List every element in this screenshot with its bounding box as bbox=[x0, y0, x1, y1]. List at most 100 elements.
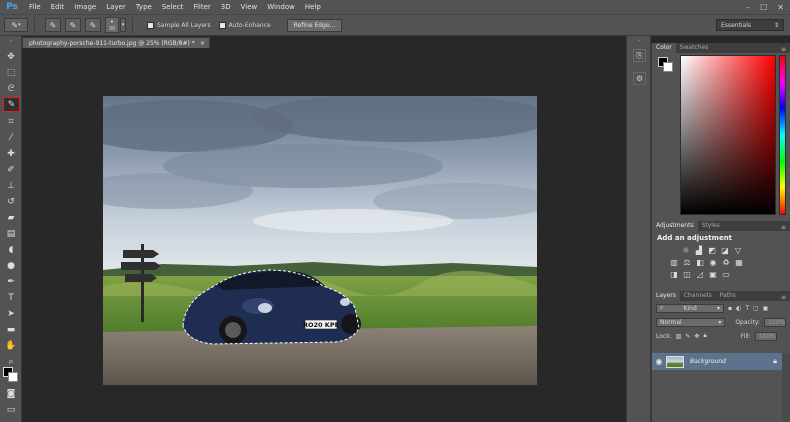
color-picker-field[interactable] bbox=[680, 55, 776, 215]
tool-preset-picker[interactable]: ✎ ▾ bbox=[4, 18, 28, 32]
filter-adjustment-icon[interactable]: ◐ bbox=[736, 305, 741, 312]
workspace-switcher[interactable]: Essentials ⇕ bbox=[716, 19, 784, 31]
posterize-icon[interactable]: ◫ bbox=[683, 271, 691, 279]
lasso-tool-icon[interactable]: ᘓ bbox=[4, 83, 18, 95]
collapse-icon[interactable]: » bbox=[4, 38, 18, 44]
invert-icon[interactable]: ◨ bbox=[670, 271, 678, 279]
quick-mask-icon[interactable]: ◙ bbox=[4, 388, 18, 400]
menu-select[interactable]: Select bbox=[157, 0, 189, 14]
clone-stamp-tool-icon[interactable]: ⊥ bbox=[4, 180, 18, 192]
close-window-button[interactable]: ✕ bbox=[777, 3, 784, 12]
history-brush-tool-icon[interactable]: ↺ bbox=[4, 196, 18, 208]
history-panel-icon[interactable]: ⎘ bbox=[633, 49, 646, 62]
auto-enhance-checkbox[interactable]: Auto-Enhance bbox=[218, 21, 271, 29]
menu-help[interactable]: Help bbox=[300, 0, 326, 14]
path-selection-tool-icon[interactable]: ➤ bbox=[4, 308, 18, 320]
brightness-contrast-icon[interactable]: ☼ bbox=[682, 247, 690, 255]
blend-mode-select[interactable]: Normal ▾ bbox=[656, 317, 726, 327]
sample-all-layers-checkbox[interactable]: Sample All Layers bbox=[147, 21, 211, 29]
gradient-map-icon[interactable]: ▭ bbox=[722, 271, 730, 279]
eye-icon[interactable]: ◉ bbox=[652, 357, 666, 366]
tab-styles[interactable]: Styles bbox=[698, 221, 724, 231]
menu-window[interactable]: Window bbox=[262, 0, 300, 14]
background-color-swatch[interactable] bbox=[8, 372, 18, 382]
type-tool-icon[interactable]: T bbox=[4, 292, 18, 304]
menu-type[interactable]: Type bbox=[131, 0, 157, 14]
color-lookup-icon[interactable]: ▦ bbox=[735, 259, 743, 267]
move-tool-icon[interactable]: ✥ bbox=[4, 51, 18, 63]
tab-swatches[interactable]: Swatches bbox=[676, 43, 713, 53]
lock-position-icon[interactable]: ✥ bbox=[694, 333, 699, 340]
tab-adjustments[interactable]: Adjustments bbox=[652, 221, 698, 231]
brush-size-picker[interactable]: • 30 bbox=[105, 17, 119, 33]
opacity-input[interactable]: 100% bbox=[764, 317, 786, 327]
checkbox-box[interactable] bbox=[147, 21, 154, 29]
filter-shape-icon[interactable]: ▢ bbox=[753, 305, 759, 312]
gradient-tool-icon[interactable]: ▤ bbox=[4, 228, 18, 240]
color-balance-icon[interactable]: ⚖ bbox=[683, 259, 691, 267]
lock-all-icon[interactable]: 🔒︎ bbox=[703, 332, 706, 340]
screen-mode-icon[interactable]: ▭ bbox=[4, 404, 18, 416]
new-selection-button[interactable]: ✎ bbox=[45, 18, 61, 32]
tab-layers[interactable]: Layers bbox=[652, 291, 680, 301]
hue-slider[interactable] bbox=[779, 55, 786, 215]
marquee-tool-icon[interactable]: ⬚ bbox=[4, 67, 18, 79]
panel-menu-icon[interactable]: ≡ bbox=[781, 224, 790, 231]
menu-image[interactable]: Image bbox=[69, 0, 101, 14]
tab-paths[interactable]: Paths bbox=[716, 291, 740, 301]
threshold-icon[interactable]: ◿ bbox=[696, 271, 704, 279]
layer-row-background[interactable]: ◉ Background 🔒︎ bbox=[652, 353, 783, 370]
channel-mixer-icon[interactable]: ♻ bbox=[722, 259, 730, 267]
panel-menu-icon[interactable]: ≡ bbox=[781, 294, 790, 301]
pen-tool-icon[interactable]: ✒ bbox=[4, 276, 18, 288]
hand-tool-icon[interactable]: ✋ bbox=[4, 340, 18, 352]
menu-filter[interactable]: Filter bbox=[188, 0, 215, 14]
properties-panel-icon[interactable]: ⚙ bbox=[633, 72, 646, 85]
document-canvas-image[interactable]: RO20 KPE bbox=[103, 96, 537, 385]
crop-tool-icon[interactable]: ⌗ bbox=[4, 116, 18, 128]
filter-pixel-icon[interactable]: ▪ bbox=[728, 305, 732, 312]
black-white-icon[interactable]: ◧ bbox=[696, 259, 704, 267]
document-tab[interactable]: photography-porsche-911-turbo.jpg @ 25% … bbox=[22, 37, 210, 48]
subtract-from-selection-button[interactable]: ✎ bbox=[85, 18, 101, 32]
tab-color[interactable]: Color bbox=[652, 43, 676, 53]
menu-edit[interactable]: Edit bbox=[46, 0, 70, 14]
dodge-tool-icon[interactable]: ● bbox=[4, 260, 18, 272]
close-document-icon[interactable]: × bbox=[200, 40, 209, 47]
curves-icon[interactable]: ◩ bbox=[708, 247, 716, 255]
menu-file[interactable]: File bbox=[24, 0, 46, 14]
layers-scrollbar[interactable] bbox=[782, 353, 790, 422]
vibrance-icon[interactable]: ▽ bbox=[734, 247, 742, 255]
lock-transparent-icon[interactable]: ▨ bbox=[676, 333, 682, 340]
panel-menu-icon[interactable]: ≡ bbox=[781, 46, 790, 53]
blur-tool-icon[interactable]: ◖ bbox=[4, 244, 18, 256]
hue-saturation-icon[interactable]: ▥ bbox=[670, 259, 678, 267]
photo-filter-icon[interactable]: ◉ bbox=[709, 259, 717, 267]
menu-layer[interactable]: Layer bbox=[101, 0, 131, 14]
minimize-button[interactable]: – bbox=[746, 3, 750, 12]
add-to-selection-button[interactable]: ✎ bbox=[65, 18, 81, 32]
healing-brush-tool-icon[interactable]: ✚ bbox=[4, 148, 18, 160]
eraser-tool-icon[interactable]: ▰ bbox=[4, 212, 18, 224]
selective-color-icon[interactable]: ▣ bbox=[709, 271, 717, 279]
layer-filter-select[interactable]: ⌕ Kind ▾ bbox=[656, 303, 724, 313]
rectangle-tool-icon[interactable]: ▬ bbox=[4, 324, 18, 336]
brush-size-dropdown[interactable]: ▾ bbox=[120, 18, 126, 32]
eyedropper-tool-icon[interactable]: ⁄ bbox=[4, 132, 18, 144]
fill-input[interactable]: 100% bbox=[754, 331, 777, 341]
tab-channels[interactable]: Channels bbox=[680, 291, 716, 301]
expand-dock-icon[interactable]: « bbox=[627, 38, 652, 44]
filter-type-icon[interactable]: T bbox=[745, 305, 749, 312]
quick-selection-tool-icon[interactable]: ✎ bbox=[3, 97, 20, 112]
maximize-button[interactable]: ☐ bbox=[760, 3, 767, 12]
filter-smart-object-icon[interactable]: ▣ bbox=[763, 305, 769, 312]
refine-edge-button[interactable]: Refine Edge... bbox=[286, 18, 343, 32]
background-color-chip[interactable] bbox=[663, 62, 673, 72]
menu-3d[interactable]: 3D bbox=[216, 0, 236, 14]
brush-tool-icon[interactable]: ✐ bbox=[4, 164, 18, 176]
checkbox-box[interactable] bbox=[218, 21, 226, 29]
menu-view[interactable]: View bbox=[236, 0, 263, 14]
lock-pixels-icon[interactable]: ✎ bbox=[685, 333, 690, 340]
exposure-icon[interactable]: ◪ bbox=[721, 247, 729, 255]
levels-icon[interactable]: ▟ bbox=[695, 247, 703, 255]
